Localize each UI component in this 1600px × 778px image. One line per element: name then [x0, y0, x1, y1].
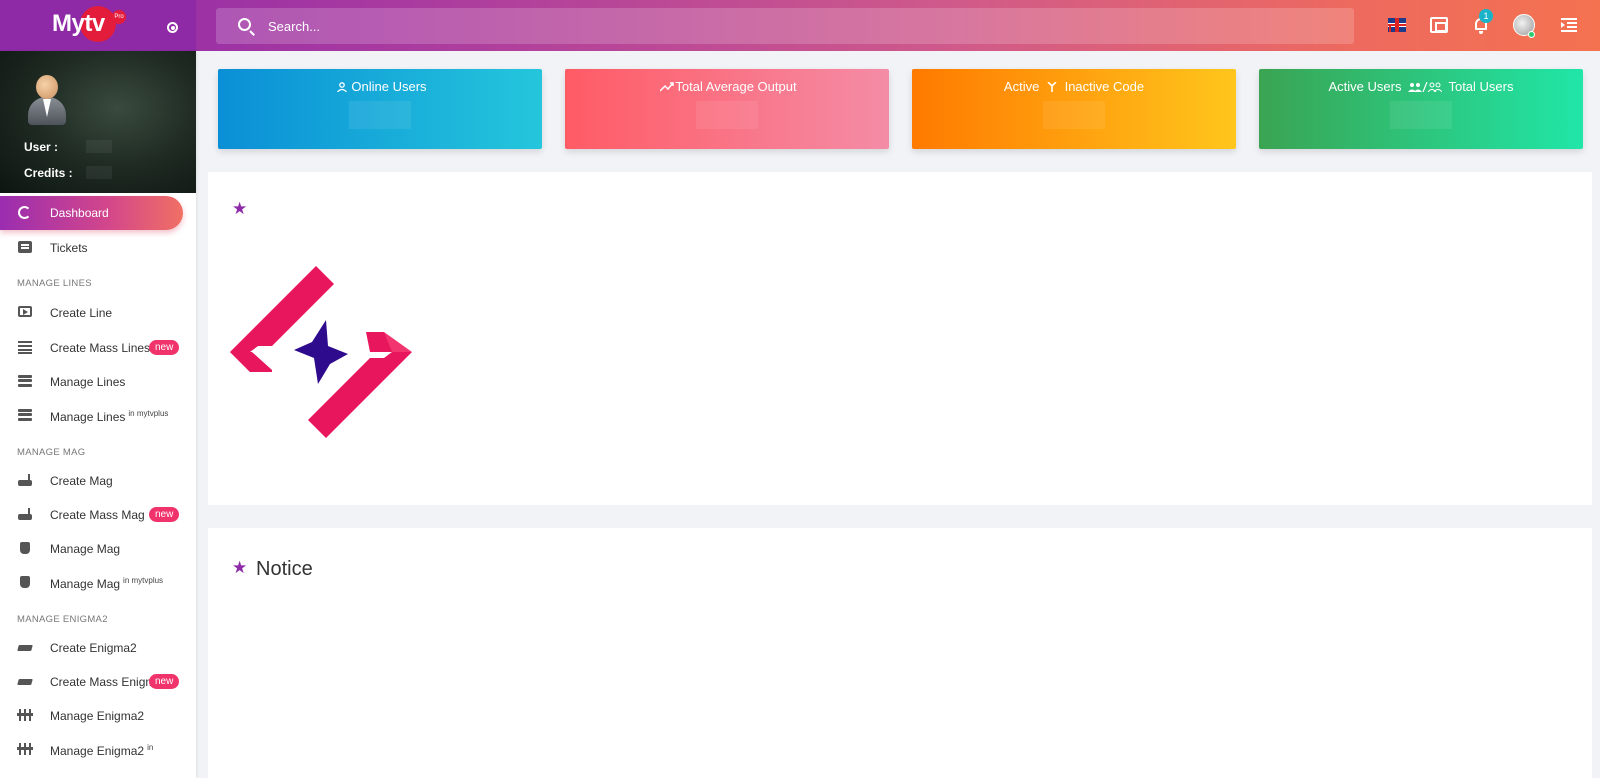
sidebar-item-label: Manage Enigma2 in [50, 743, 154, 758]
sidebar-item-label: Manage Lines [50, 375, 126, 389]
new-badge: new [149, 507, 180, 522]
ring-icon [18, 206, 31, 219]
sidebar-item-manage-mag-mytvplus[interactable]: Manage Mag in mytvplus [0, 566, 196, 600]
tv-play-icon [18, 306, 32, 317]
credits-value [86, 166, 112, 179]
user-label: User : [24, 140, 59, 154]
sidebar-item-label: Create Mass Mag [50, 508, 145, 522]
card-title: Total Average Output [675, 79, 797, 94]
section-title-manage-lines: MANAGE LINES [17, 278, 92, 289]
sidebar-item-dashboard[interactable]: Dashboard [0, 196, 183, 230]
merge-icon [1046, 80, 1058, 92]
card-title: Online Users [351, 79, 427, 94]
sidebar-item-create-mass-enigma2[interactable]: Create Mass Enigm new [0, 665, 196, 699]
logo-my: My [52, 10, 85, 37]
set-top-box-icon [18, 542, 32, 554]
server-icon [18, 409, 32, 421]
sidebar-item-label: Manage Lines in mytvplus [50, 409, 169, 424]
sidebar-item-label: Create Enigma2 [50, 641, 137, 655]
star-icon: ★ [232, 558, 248, 577]
card-value [1043, 101, 1105, 129]
notification-badge: 1 [1479, 9, 1493, 23]
search-input[interactable] [268, 8, 1328, 44]
card-total-average-output: Total Average Output [565, 69, 889, 149]
trending-up-icon [659, 80, 675, 92]
search-icon [238, 18, 251, 31]
user-value [86, 140, 112, 153]
uk-flag-icon[interactable] [1388, 18, 1406, 32]
server-icon [18, 375, 32, 387]
card-title-a: Active [1003, 79, 1040, 94]
card-title-a: Active Users [1328, 79, 1402, 94]
user-panel: User : Credits : [0, 51, 196, 193]
sidebar-item-label: Create Mag [50, 474, 113, 488]
receiver-icon [18, 641, 32, 653]
card-online-users: Online Users [218, 69, 542, 149]
top-header: Mytv Pro 1 [0, 0, 1600, 51]
star-icon: ★ [232, 199, 248, 218]
target-icon[interactable] [167, 22, 178, 33]
section-title-manage-mag: MANAGE MAG [17, 447, 86, 458]
sidebar-item-manage-enigma2-mytvplus[interactable]: Manage Enigma2 in [0, 733, 196, 767]
set-top-box-icon [18, 576, 32, 588]
sidebar-item-label: Create Mass Lines [50, 341, 151, 355]
card-value [349, 101, 411, 129]
users-icon [1408, 80, 1443, 93]
sidebar-item-create-line[interactable]: Create Line [0, 296, 196, 330]
sidebar-item-label: Tickets [50, 241, 88, 255]
app-logo[interactable]: Mytv [52, 6, 117, 42]
search-bar [216, 8, 1354, 44]
equalizer-icon [17, 709, 33, 721]
card-title-b: Inactive Code [1064, 79, 1145, 94]
content-panel-logo: ★ [208, 172, 1592, 505]
sidebar-item-manage-lines-mytvplus[interactable]: Manage Lines in mytvplus [0, 399, 196, 433]
ticket-icon [18, 241, 32, 253]
router-icon [18, 508, 32, 520]
card-active-inactive-code: Active Inactive Code [912, 69, 1236, 149]
sidebar-item-label: Dashboard [50, 206, 109, 220]
card-title-b: Total Users [1448, 79, 1514, 94]
section-title-manage-enigma2: MANAGE ENIGMA2 [17, 614, 108, 625]
content-panel-notice: ★ Notice [208, 528, 1592, 778]
sidebar-item-manage-lines[interactable]: Manage Lines [0, 365, 196, 399]
card-value [696, 101, 758, 129]
fullscreen-icon[interactable] [1430, 17, 1448, 33]
menu-collapse-icon[interactable] [1561, 17, 1577, 33]
sidebar-item-label: Create Mass Enigm [50, 675, 156, 689]
equalizer-icon [17, 743, 33, 755]
sidebar-item-manage-enigma2[interactable]: Manage Enigma2 [0, 699, 196, 733]
sidebar-item-label: Manage Mag [50, 542, 121, 556]
sidebar: User : Credits : Dashboard Tickets MANAG… [0, 51, 196, 778]
new-badge: new [149, 340, 180, 355]
sidebar-item-manage-mag[interactable]: Manage Mag [0, 532, 196, 566]
sidebar-item-create-mass-lines[interactable]: Create Mass Lines new [0, 331, 196, 365]
sidebar-item-create-mag[interactable]: Create Mag [0, 464, 196, 498]
sidebar-item-create-mass-mag[interactable]: Create Mass Mag new [0, 498, 196, 532]
credits-label: Credits : [24, 166, 73, 180]
card-value [1390, 101, 1452, 129]
sidebar-item-label: Manage Enigma2 [50, 709, 145, 723]
logo-tv: tv [80, 6, 117, 42]
notice-title: Notice [256, 558, 313, 580]
online-status-dot [1528, 31, 1535, 38]
sidebar-item-label: Manage Mag in mytvplus [50, 576, 164, 591]
new-badge: new [149, 674, 180, 689]
router-icon [18, 474, 32, 486]
user-avatar [26, 75, 68, 127]
list-icon [18, 341, 32, 354]
card-active-total-users: Active Users Total Users [1259, 69, 1583, 149]
sidebar-item-tickets[interactable]: Tickets [0, 231, 196, 265]
sidebar-item-create-enigma2[interactable]: Create Enigma2 [0, 631, 196, 665]
receiver-icon [18, 675, 32, 687]
brand-logo-image [230, 266, 412, 438]
user-icon [336, 80, 348, 93]
sidebar-item-label: Create Line [50, 306, 113, 320]
